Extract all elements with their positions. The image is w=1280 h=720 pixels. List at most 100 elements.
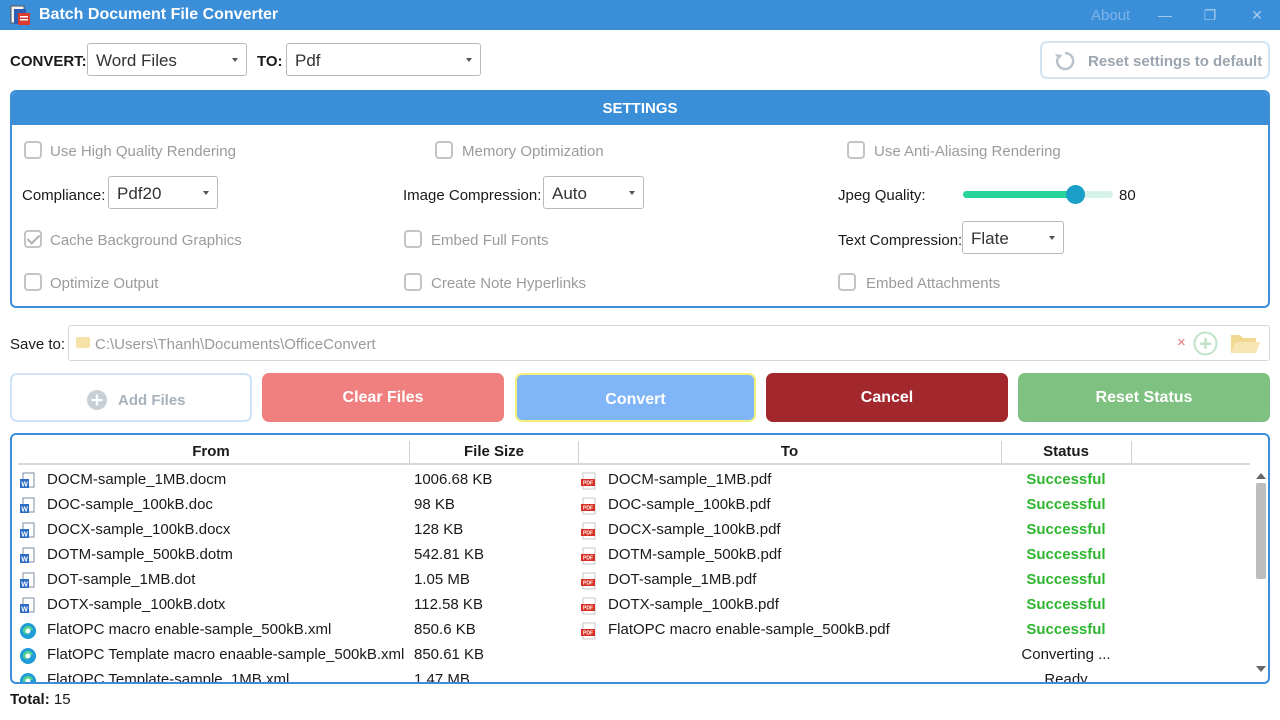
from-cell: DOT-sample_1MB.dot	[47, 571, 196, 588]
convert-from-value: Word Files	[96, 51, 177, 70]
from-cell: DOTX-sample_100kB.dotx	[47, 596, 226, 613]
open-folder-icon[interactable]	[1229, 331, 1261, 357]
column-header-from[interactable]: From	[12, 441, 410, 463]
svg-text:W: W	[21, 557, 28, 564]
text-compression-select[interactable]: Flate	[962, 221, 1064, 254]
svg-text:PDF: PDF	[583, 581, 593, 587]
reset-settings-button[interactable]: Reset settings to default	[1040, 41, 1270, 79]
total-count: Total: 15	[10, 691, 71, 708]
total-label: Total:	[10, 691, 50, 708]
chevron-down-icon	[232, 58, 238, 62]
svg-text:W: W	[21, 607, 28, 614]
scroll-up-icon[interactable]	[1256, 473, 1266, 479]
jpeg-quality-value: 80	[1119, 187, 1136, 204]
scrollbar-thumb[interactable]	[1256, 483, 1266, 579]
column-header-size[interactable]: File Size	[410, 441, 578, 463]
clear-path-button[interactable]: ×	[1177, 334, 1186, 351]
pdf-file-icon: PDF	[580, 597, 598, 615]
size-cell: 850.61 KB	[414, 646, 485, 663]
pdf-file-icon: PDF	[580, 497, 598, 515]
size-cell: 542.81 KB	[414, 546, 485, 563]
from-cell: DOCX-sample_100kB.docx	[47, 521, 231, 538]
save-to-label: Save to:	[10, 336, 66, 353]
column-header-to[interactable]: To	[578, 441, 1001, 463]
edge-xml-icon	[19, 647, 37, 665]
convert-to-select[interactable]: Pdf	[286, 43, 481, 76]
size-cell: 1006.68 KB	[414, 471, 493, 488]
svg-text:W: W	[21, 532, 28, 539]
maximize-button[interactable]: ❐	[1200, 5, 1220, 25]
svg-text:W: W	[21, 507, 28, 514]
pdf-file-icon: PDF	[580, 522, 598, 540]
anti-aliasing-checkbox[interactable]	[847, 141, 865, 159]
svg-text:PDF: PDF	[583, 481, 593, 487]
svg-text:PDF: PDF	[583, 506, 593, 512]
convert-from-select[interactable]: Word Files	[87, 43, 247, 76]
cache-background-label: Cache Background Graphics	[50, 232, 242, 249]
clear-files-button[interactable]: Clear Files	[262, 373, 504, 422]
svg-text:W: W	[21, 482, 28, 489]
pdf-file-icon: PDF	[580, 622, 598, 640]
close-button[interactable]: ✕	[1247, 5, 1267, 25]
note-hyperlinks-checkbox[interactable]	[404, 273, 422, 291]
table-row[interactable]: W DOC-sample_100kB.doc 98 KB PDF DOC-sample_…	[12, 493, 1252, 518]
status-cell: Ready	[1044, 671, 1088, 684]
table-row[interactable]: W DOTX-sample_100kB.dotx 112.58 KB PDF DOTX-…	[12, 593, 1252, 618]
pdf-file-icon: PDF	[580, 472, 598, 490]
save-path-value: C:\Users\Thanh\Documents\OfficeConvert	[95, 336, 376, 353]
embed-fonts-checkbox[interactable]	[404, 230, 422, 248]
cache-background-checkbox[interactable]	[24, 230, 42, 248]
to-cell: DOTX-sample_100kB.pdf	[608, 596, 779, 613]
size-cell: 850.6 KB	[414, 621, 476, 638]
table-row[interactable]: W DOTM-sample_500kB.dotm 542.81 KB PDF DOTM-…	[12, 543, 1252, 568]
size-cell: 98 KB	[414, 496, 455, 513]
memory-optimization-checkbox[interactable]	[435, 141, 453, 159]
convert-button[interactable]: Convert	[515, 373, 756, 422]
status-cell: Successful	[1026, 496, 1106, 513]
memory-optimization-label: Memory Optimization	[462, 143, 604, 160]
table-row[interactable]: W DOCM-sample_1MB.docm 1006.68 KB PDF DOCM-s…	[12, 468, 1252, 493]
chevron-down-icon	[203, 191, 209, 195]
word-doc-icon: W	[19, 572, 37, 590]
cancel-button[interactable]: Cancel	[766, 373, 1008, 422]
to-cell: DOC-sample_100kB.pdf	[608, 496, 771, 513]
to-cell: DOCM-sample_1MB.pdf	[608, 471, 772, 488]
scroll-down-icon[interactable]	[1256, 666, 1266, 672]
jpeg-quality-slider[interactable]	[963, 185, 1113, 204]
add-folder-icon[interactable]	[1193, 331, 1218, 356]
compliance-select[interactable]: Pdf20	[108, 176, 218, 209]
minimize-button[interactable]: —	[1155, 5, 1175, 25]
jpeg-quality-fill	[963, 191, 1076, 198]
svg-text:PDF: PDF	[583, 556, 593, 562]
table-row[interactable]: FlatOPC Template-sample_1MB.xml 1.47 MB Re…	[12, 668, 1252, 684]
image-compression-select[interactable]: Auto	[543, 176, 644, 209]
folder-icon	[76, 337, 90, 348]
file-table: From File Size To Status W DOCM-sample_1M…	[10, 433, 1270, 684]
embed-attachments-label: Embed Attachments	[866, 275, 1001, 292]
table-row[interactable]: FlatOPC Template macro enaable-sample_50…	[12, 643, 1252, 668]
add-files-button[interactable]: Add Files	[10, 373, 252, 422]
from-cell: DOCM-sample_1MB.docm	[47, 471, 227, 488]
status-cell: Converting ...	[1021, 646, 1111, 663]
column-divider[interactable]	[1131, 441, 1132, 463]
embed-attachments-checkbox[interactable]	[838, 273, 856, 291]
status-cell: Successful	[1026, 621, 1106, 638]
reset-status-button[interactable]: Reset Status	[1018, 373, 1270, 422]
high-quality-checkbox[interactable]	[24, 141, 42, 159]
status-cell: Successful	[1026, 546, 1106, 563]
table-row[interactable]: FlatOPC macro enable-sample_500kB.xml 850…	[12, 618, 1252, 643]
app-logo-icon	[10, 5, 30, 25]
table-scrollbar[interactable]	[1254, 471, 1268, 676]
settings-header: SETTINGS	[12, 92, 1268, 125]
table-row[interactable]: W DOT-sample_1MB.dot 1.05 MB PDF DOT-sample_…	[12, 568, 1252, 593]
jpeg-quality-thumb[interactable]	[1065, 185, 1085, 204]
high-quality-label: Use High Quality Rendering	[50, 143, 236, 160]
about-link[interactable]: About	[1091, 7, 1130, 24]
column-header-status[interactable]: Status	[1001, 441, 1131, 463]
table-row[interactable]: W DOCX-sample_100kB.docx 128 KB PDF DOCX-sam…	[12, 518, 1252, 543]
plus-circle-icon	[87, 390, 107, 410]
word-doc-icon: W	[19, 547, 37, 565]
size-cell: 112.58 KB	[414, 596, 483, 613]
optimize-output-checkbox[interactable]	[24, 273, 42, 291]
save-path-field[interactable]: C:\Users\Thanh\Documents\OfficeConvert ×	[68, 325, 1270, 361]
